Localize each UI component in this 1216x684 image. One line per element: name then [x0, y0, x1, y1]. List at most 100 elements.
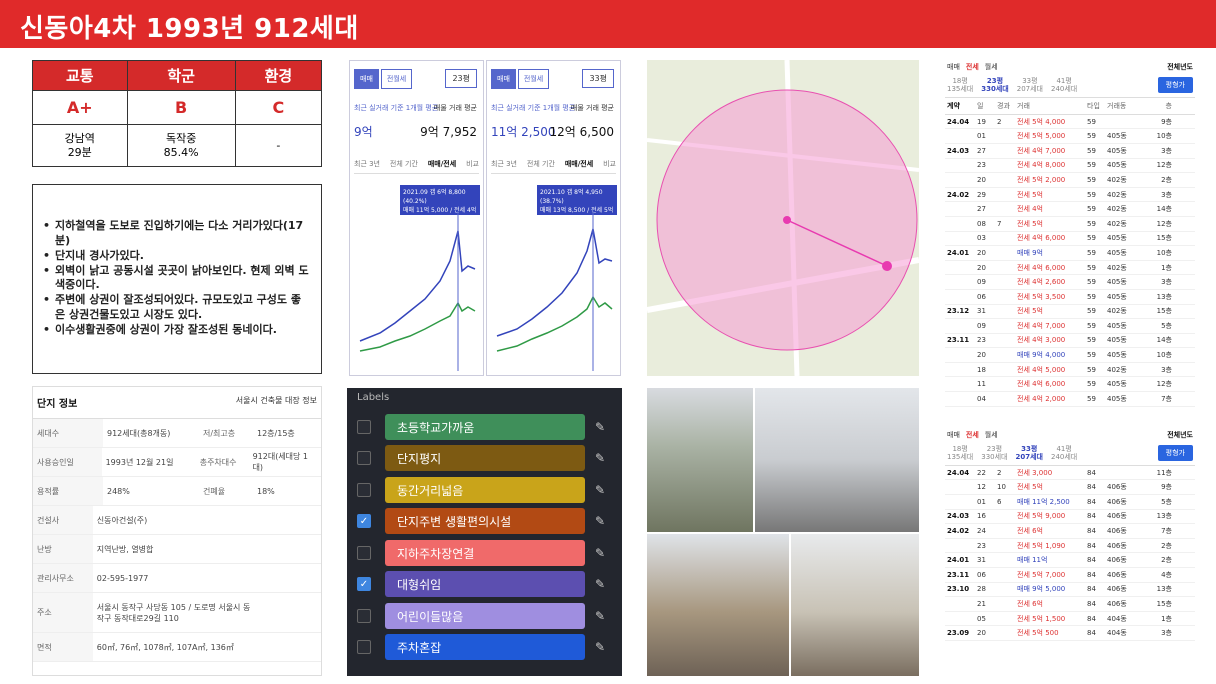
table-row[interactable]: 12 10 전세 5억 84 406동 9층 — [945, 480, 1195, 495]
subtab[interactable]: 매매/전세 — [428, 159, 456, 169]
label-pill[interactable]: 단지평지 — [385, 445, 585, 472]
edit-pencil-icon[interactable]: ✎ — [595, 420, 605, 434]
label-pill[interactable]: 동간거리넓음 — [385, 476, 585, 503]
table-row[interactable]: 24.04 19 2 전세 5억 4,000 59 9층 — [945, 115, 1195, 130]
table-row[interactable]: 24.02 24 전세 6억 84 406동 7층 — [945, 524, 1195, 539]
table-row[interactable]: 06 전세 5억 3,500 59 405동 13층 — [945, 290, 1195, 305]
table-row[interactable]: 01 6 매매 11억 2,500 84 406동 5층 — [945, 495, 1195, 510]
building-register-link[interactable]: 서울시 건축물 대장 정보 — [236, 395, 317, 410]
label-pill[interactable]: 지하주차장연결 — [385, 539, 585, 566]
edit-pencil-icon[interactable]: ✎ — [595, 483, 605, 497]
table-row[interactable]: 03 전세 4억 6,000 59 405동 15층 — [945, 232, 1195, 247]
table-row[interactable]: 21 전세 6억 84 406동 15층 — [945, 597, 1195, 612]
table-row[interactable]: 23 전세 4억 8,000 59 405동 12층 — [945, 159, 1195, 174]
info-key: 난방 — [33, 535, 93, 563]
price-by-size-button[interactable]: 평형가 — [1157, 445, 1193, 462]
year-filter[interactable]: 전체년도 — [1167, 430, 1193, 440]
size-select[interactable]: 33평 — [582, 69, 614, 88]
tab-jeonse[interactable]: 전세 — [966, 430, 979, 440]
label-pill[interactable]: 대형쉬임 — [385, 571, 585, 598]
size-option[interactable]: 23평 330세대 — [981, 445, 1007, 462]
table-row[interactable]: 27 전세 4억 59 402동 14층 — [945, 202, 1195, 217]
label-checkbox[interactable] — [357, 545, 371, 560]
table-row[interactable]: 11 전세 4억 6,000 59 405동 12층 — [945, 377, 1195, 393]
edit-pencil-icon[interactable]: ✎ — [595, 577, 605, 591]
table-row[interactable]: 20 전세 4억 6,000 59 402동 1층 — [945, 261, 1195, 276]
label-pill[interactable]: 어린이들많음 — [385, 602, 585, 629]
tab-monthly[interactable]: 월세 — [985, 62, 998, 72]
label-checkbox[interactable] — [357, 608, 371, 623]
year-filter[interactable]: 전체년도 — [1167, 62, 1193, 72]
info-value: 신동아건설(주) — [96, 515, 148, 525]
table-row[interactable]: 24.03 27 전세 4억 7,000 59 405동 3층 — [945, 144, 1195, 159]
subtab[interactable]: 매매/전세 — [565, 159, 593, 169]
table-row[interactable]: 23.11 23 전세 4억 3,000 59 405동 14층 — [945, 334, 1195, 349]
label-checkbox[interactable] — [357, 419, 371, 434]
table-row[interactable]: 09 전세 4억 2,600 59 405동 3층 — [945, 275, 1195, 290]
label-pill[interactable]: 단지주변 생활편의시설 — [385, 508, 585, 535]
edit-pencil-icon[interactable]: ✎ — [595, 640, 605, 654]
label-checkbox[interactable] — [357, 451, 371, 466]
info-key: 사용승인일 — [33, 448, 102, 476]
table-row[interactable]: 20 전세 5억 2,000 59 402동 2층 — [945, 173, 1195, 188]
table-row[interactable]: 24.02 29 전세 5억 59 402동 3층 — [945, 188, 1195, 203]
label-checkbox[interactable]: ✓ — [357, 577, 371, 592]
table-row[interactable]: 23.12 31 전세 5억 59 402동 15층 — [945, 305, 1195, 320]
label-pill[interactable]: 초등학교가까움 — [385, 413, 585, 440]
subtab[interactable]: 비교 — [466, 159, 479, 169]
listing-avg-value: 12억 6,500 — [549, 125, 614, 139]
table-row[interactable]: 23.10 28 매매 9억 5,000 84 406동 13층 — [945, 583, 1195, 598]
jeonse-line — [496, 295, 613, 352]
table-row[interactable]: 20 매매 9억 4,000 59 405동 10층 — [945, 348, 1195, 363]
table-row[interactable]: 08 7 전세 5억 59 402동 12층 — [945, 217, 1195, 232]
size-option[interactable]: 41평 240세대 — [1051, 445, 1077, 462]
table-row[interactable]: 18 전세 4억 5,000 59 402동 3층 — [945, 363, 1195, 378]
table-row[interactable]: 24.01 31 매매 11억 84 406동 2층 — [945, 553, 1195, 568]
label-checkbox[interactable]: ✓ — [357, 514, 371, 529]
table-row[interactable]: 23.11 06 전세 5억 7,000 84 406동 4층 — [945, 568, 1195, 583]
size-option[interactable]: 33평 207세대 — [1016, 445, 1044, 462]
subtab[interactable]: 비교 — [603, 159, 616, 169]
edit-pencil-icon[interactable]: ✎ — [595, 451, 605, 465]
subtab[interactable]: 최근 3년 — [491, 159, 517, 169]
price-by-size-button[interactable]: 평형가 — [1157, 77, 1193, 94]
label-checkbox[interactable] — [357, 640, 371, 655]
edit-pencil-icon[interactable]: ✎ — [595, 609, 605, 623]
size-option[interactable]: 33평 207세대 — [1017, 77, 1043, 94]
table-row[interactable]: 23.09 20 전세 5억 500 84 404동 3층 — [945, 626, 1195, 641]
size-option[interactable]: 18평 135세대 — [947, 77, 973, 94]
map-graphic — [647, 60, 919, 376]
tab-jeonse[interactable]: 전세 — [966, 62, 979, 72]
table-row[interactable]: 01 전세 5억 5,000 59 405동 10층 — [945, 129, 1195, 144]
table-row[interactable]: 24.01 20 매매 9억 59 405동 10층 — [945, 246, 1195, 261]
subtab[interactable]: 전체 기간 — [390, 159, 418, 169]
location-map[interactable] — [647, 60, 919, 376]
label-checkbox[interactable] — [357, 482, 371, 497]
table-row[interactable]: 23 전세 5억 1,090 84 406동 2층 — [945, 539, 1195, 554]
table-row[interactable]: 04 전세 4억 2,000 59 405동 7층 — [945, 392, 1195, 407]
size-select[interactable]: 23평 — [445, 69, 477, 88]
tab-rent[interactable]: 전월세 — [380, 69, 413, 89]
tab-rent[interactable]: 전월세 — [517, 69, 550, 89]
table-row[interactable]: 05 전세 5억 1,500 84 404동 1층 — [945, 612, 1195, 627]
subtab[interactable]: 전체 기간 — [527, 159, 555, 169]
table-row[interactable]: 09 전세 4억 7,000 59 405동 5층 — [945, 319, 1195, 334]
size-option[interactable]: 23평 330세대 — [981, 77, 1009, 94]
tab-sale[interactable]: 매매 — [354, 69, 379, 89]
size-option[interactable]: 18평 135세대 — [947, 445, 973, 462]
size-option[interactable]: 41평 240세대 — [1051, 77, 1077, 94]
tab-sale[interactable]: 매매 — [947, 430, 960, 440]
edit-pencil-icon[interactable]: ✎ — [595, 546, 605, 560]
table-row[interactable]: 24.03 16 전세 5억 9,000 84 406동 13층 — [945, 510, 1195, 525]
table-row[interactable]: 24.04 22 2 전세 3,000 84 11층 — [945, 466, 1195, 481]
tab-sale[interactable]: 매매 — [491, 69, 516, 89]
subtab[interactable]: 최근 3년 — [354, 159, 380, 169]
info-value: 02-595-1977 — [96, 573, 149, 583]
label-row: 주차혼잡 ✎ — [357, 632, 612, 664]
listing-avg-value: 9억 7,952 — [420, 125, 477, 139]
tab-sale[interactable]: 매매 — [947, 62, 960, 72]
edit-pencil-icon[interactable]: ✎ — [595, 514, 605, 528]
recent-avg-label: 최근 실거래 기준 1개월 평균 — [491, 104, 576, 112]
tab-monthly[interactable]: 월세 — [985, 430, 998, 440]
label-pill[interactable]: 주차혼잡 — [385, 634, 585, 661]
